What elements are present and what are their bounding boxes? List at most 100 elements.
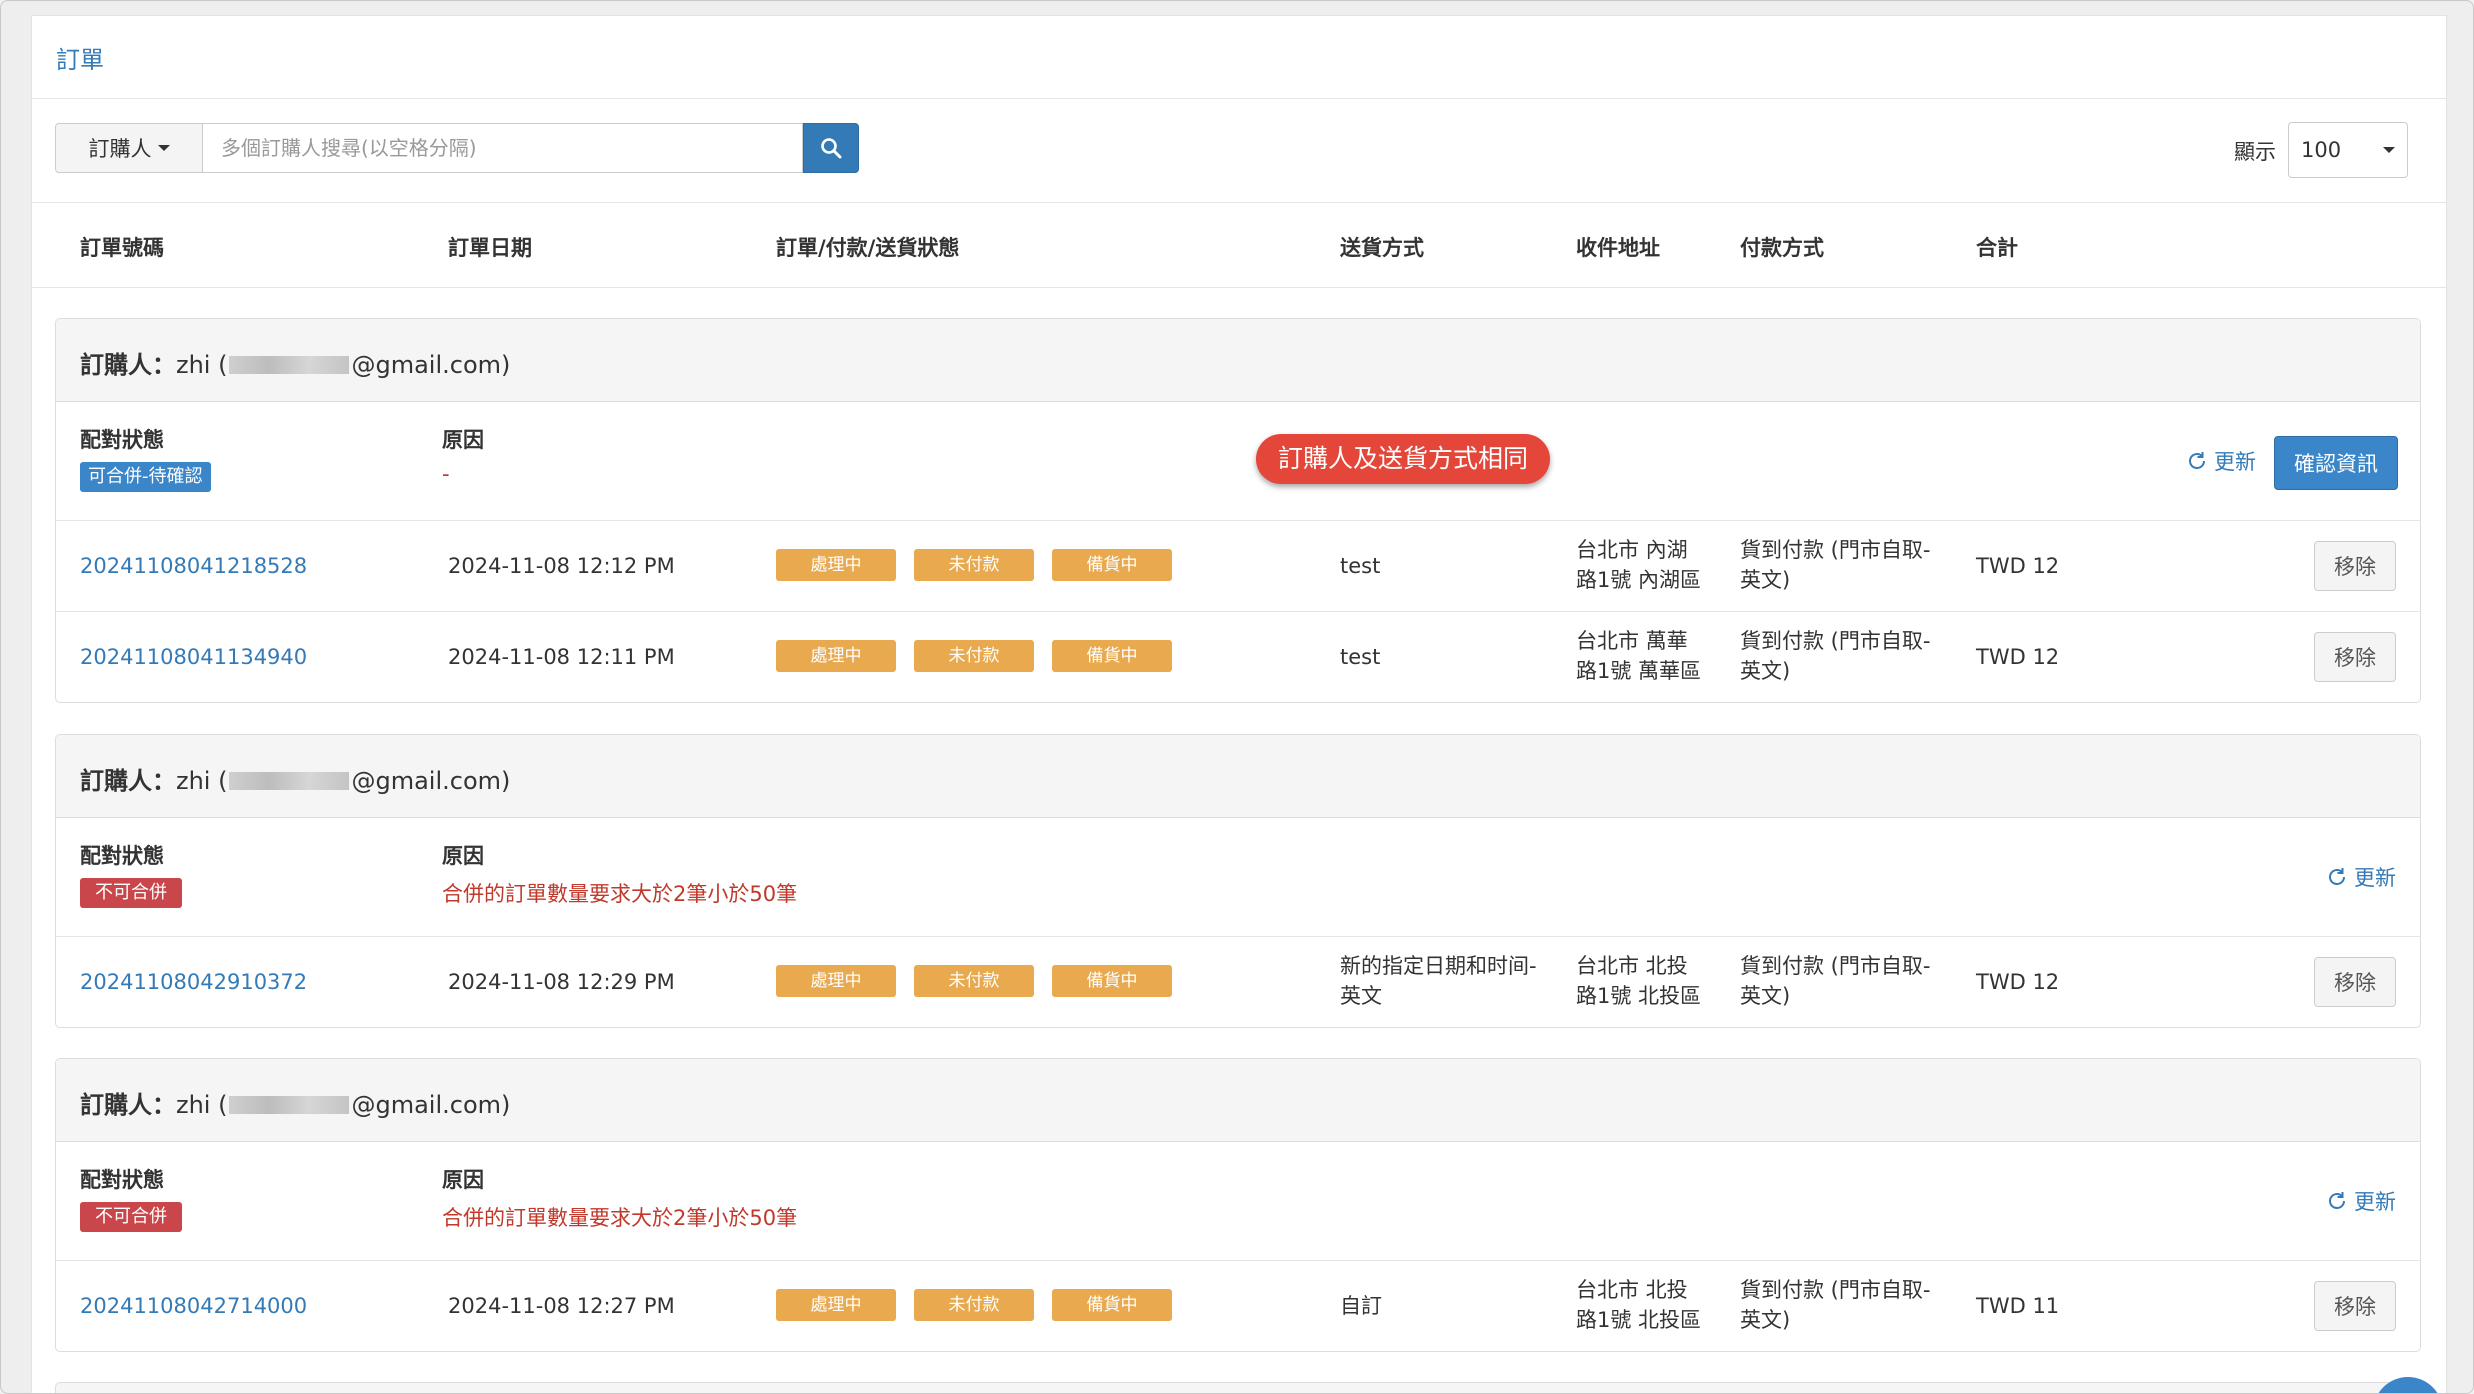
callout-annotation: 訂購人及送貨方式相同: [1256, 434, 1551, 484]
confirm-info-button[interactable]: 確認資訊: [2274, 436, 2398, 490]
buyer-prefix: 訂購人：: [80, 1091, 176, 1119]
divider: [32, 98, 2446, 99]
col-header-address: 收件地址: [1576, 236, 1660, 260]
orders-panel: 訂單 訂購人 顯示 100 訂單號碼 訂單日期 訂單/付款/送貨狀態 送貨方式 …: [31, 15, 2447, 1393]
shipping-method: 自訂: [1340, 1294, 1382, 1318]
payment-status-tag: 未付款: [914, 1289, 1034, 1321]
payment-method-line-1: 貨到付款 (門市自取-: [1740, 954, 1931, 978]
match-status-badge: 可合併-待確認: [80, 462, 211, 492]
col-header-order-id: 訂單號碼: [80, 236, 164, 260]
group-header: 訂購人：zhi (@gmail.com): [56, 319, 2420, 402]
payment-status-tag: 未付款: [914, 640, 1034, 672]
order-row: 20241108042714000 2024-11-08 12:27 PM 處理…: [56, 1261, 2420, 1351]
col-header-order-date: 訂單日期: [448, 236, 532, 260]
group-header: 訂購人：zhi ( @gmail.com): [56, 1059, 2420, 1142]
shipping-method: test: [1340, 554, 1381, 578]
order-date: 2024-11-08 12:12 PM: [448, 554, 675, 578]
address-line-2: 路1號 萬華區: [1576, 659, 1702, 683]
payment-method-line-1: 貨到付款 (門市自取-: [1740, 1278, 1931, 1302]
order-total: TWD 11: [1976, 1294, 2060, 1318]
display-label: 顯示: [2234, 140, 2276, 164]
refresh-icon: [2329, 1192, 2345, 1209]
merge-group-partial: [55, 1382, 2421, 1393]
col-header-payment: 付款方式: [1740, 236, 1824, 260]
payment-status-tag: 未付款: [914, 549, 1034, 581]
caret-down-icon: [157, 145, 170, 151]
refresh-icon: [2329, 868, 2345, 885]
group-header: 訂購人：zhi (@gmail.com): [56, 735, 2420, 818]
reason-text: 合併的訂單數量要求大於2筆小於50筆: [442, 882, 798, 906]
order-id-link[interactable]: 20241108042910372: [80, 967, 307, 997]
match-status-label: 配對狀態: [80, 1168, 164, 1192]
search-bar: 訂購人: [55, 123, 859, 175]
col-header-shipping: 送貨方式: [1340, 236, 1424, 260]
address-line-1: 台北市 北投: [1576, 1278, 1688, 1302]
refresh-link[interactable]: 更新: [2326, 1186, 2396, 1216]
delivery-status-tag: 備貨中: [1052, 965, 1172, 997]
payment-method-line-2: 英文): [1740, 568, 1791, 592]
col-header-total: 合計: [1976, 236, 2018, 260]
order-date: 2024-11-08 12:11 PM: [448, 645, 675, 669]
redacted-email: [229, 1096, 350, 1114]
order-id-link[interactable]: 20241108041134940: [80, 642, 307, 672]
reason-text: 合併的訂單數量要求大於2筆小於50筆: [442, 1206, 798, 1230]
order-date: 2024-11-08 12:29 PM: [448, 970, 675, 994]
refresh-link[interactable]: 更新: [2186, 446, 2256, 476]
search-input[interactable]: [203, 123, 803, 173]
address-line-2: 路1號 內湖區: [1576, 568, 1702, 592]
address-line-1: 台北市 萬華: [1576, 629, 1688, 653]
buyer-email-suffix: @gmail.com): [351, 767, 511, 795]
divider: [32, 202, 2446, 203]
remove-button[interactable]: 移除: [2314, 632, 2396, 682]
shipping-method-line-1: 新的指定日期和时间-: [1340, 954, 1537, 978]
buyer-info: 訂購人：zhi (@gmail.com): [80, 345, 510, 380]
order-id-link[interactable]: 20241108042714000: [80, 1291, 307, 1321]
match-status-badge: 不可合併: [80, 878, 182, 908]
reason-label: 原因: [442, 428, 484, 452]
order-row: 20241108042910372 2024-11-08 12:29 PM 處理…: [56, 937, 2420, 1027]
delivery-status-tag: 備貨中: [1052, 640, 1172, 672]
match-status-label: 配對狀態: [80, 428, 164, 452]
buyer-prefix: 訂購人：: [80, 767, 176, 795]
reason-label: 原因: [442, 1168, 484, 1192]
order-status-tag: 處理中: [776, 965, 896, 997]
refresh-label: 更新: [2214, 450, 2256, 474]
buyer-name: zhi (: [176, 1091, 228, 1119]
buyer-email-suffix: @gmail.com): [351, 1091, 511, 1119]
search-filter-dropdown[interactable]: 訂購人: [55, 123, 203, 173]
order-status-tag: 處理中: [776, 640, 896, 672]
shipping-method-line-2: 英文: [1340, 984, 1382, 1008]
app-window: 訂單 訂購人 顯示 100 訂單號碼 訂單日期 訂單/付款/送貨狀態 送貨方式 …: [0, 0, 2474, 1394]
refresh-icon: [2189, 452, 2205, 469]
payment-method-line-1: 貨到付款 (門市自取-: [1740, 629, 1931, 653]
refresh-link[interactable]: 更新: [2326, 862, 2396, 892]
caret-down-icon: [2383, 147, 2395, 153]
address-line-2: 路1號 北投區: [1576, 1308, 1702, 1332]
search-filter-label: 訂購人: [88, 137, 152, 161]
remove-button[interactable]: 移除: [2314, 541, 2396, 591]
order-status-tag: 處理中: [776, 549, 896, 581]
remove-button[interactable]: 移除: [2314, 957, 2396, 1007]
delivery-status-tag: 備貨中: [1052, 549, 1172, 581]
reason-text: -: [442, 462, 450, 486]
search-button[interactable]: [803, 123, 859, 173]
payment-method-line-2: 英文): [1740, 659, 1791, 683]
payment-method-line-2: 英文): [1740, 1308, 1791, 1332]
display-count-select[interactable]: 100: [2288, 122, 2408, 178]
order-total: TWD 12: [1976, 554, 2060, 578]
display-count-value: 100: [2301, 138, 2342, 162]
remove-button[interactable]: 移除: [2314, 1281, 2396, 1331]
buyer-email-suffix: @gmail.com): [351, 351, 511, 379]
reason-label: 原因: [442, 844, 484, 868]
order-id-link[interactable]: 20241108041218528: [80, 551, 307, 581]
payment-method-line-1: 貨到付款 (門市自取-: [1740, 538, 1931, 562]
shipping-method: test: [1340, 645, 1381, 669]
address-line-2: 路1號 北投區: [1576, 984, 1702, 1008]
buyer-name: zhi (: [176, 351, 228, 379]
refresh-label: 更新: [2354, 1190, 2396, 1214]
payment-status-tag: 未付款: [914, 965, 1034, 997]
divider: [32, 287, 2446, 288]
match-status-label: 配對狀態: [80, 844, 164, 868]
address-line-1: 台北市 內湖: [1576, 538, 1688, 562]
refresh-label: 更新: [2354, 866, 2396, 890]
